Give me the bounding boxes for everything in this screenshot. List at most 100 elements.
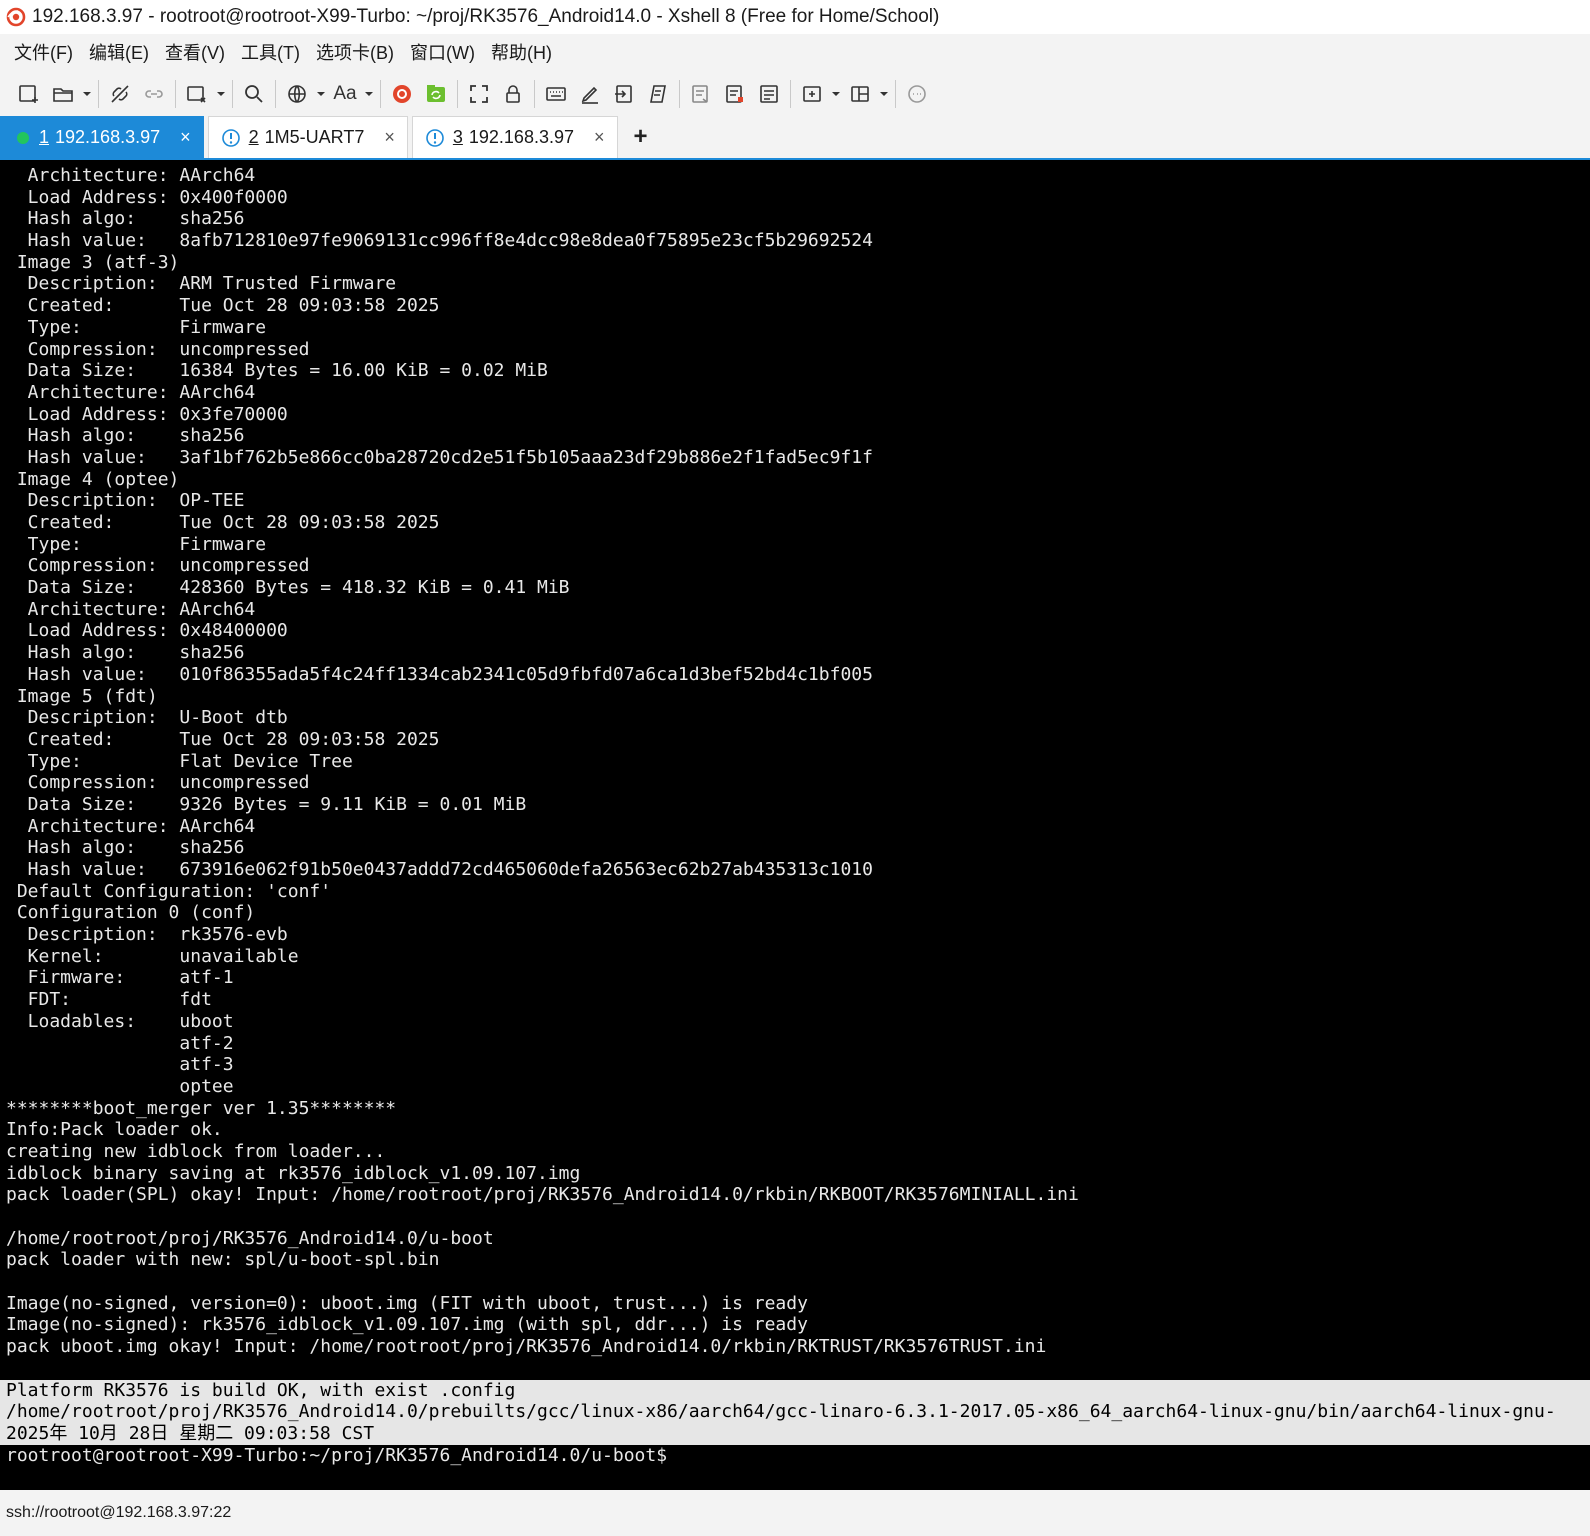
disconnect-icon[interactable] bbox=[103, 77, 137, 111]
menu-edit[interactable]: 编辑(E) bbox=[83, 35, 155, 69]
terminal-line: /home/rootroot/proj/RK3576_Android14.0/u… bbox=[6, 1227, 494, 1249]
menu-help[interactable]: 帮助(H) bbox=[485, 35, 558, 69]
terminal-line: Firmware: atf-1 bbox=[6, 967, 234, 989]
warning-icon bbox=[221, 128, 240, 147]
fullscreen-icon[interactable] bbox=[462, 77, 496, 111]
terminal-line: Hash value: 010f86355ada5f4c24ff1334cab2… bbox=[6, 663, 873, 685]
terminal-line: Image 5 (fdt) bbox=[6, 685, 158, 707]
menu-tabs[interactable]: 选项卡(B) bbox=[310, 35, 400, 69]
terminal-output[interactable]: Architecture: AArch64 Load Address: 0x40… bbox=[0, 160, 1590, 1490]
tab-number: 1 bbox=[39, 127, 50, 147]
open-folder-icon[interactable] bbox=[46, 77, 80, 111]
menu-file[interactable]: 文件(F) bbox=[8, 35, 79, 69]
chevron-down-icon[interactable] bbox=[214, 77, 228, 111]
terminal-line: Architecture: AArch64 bbox=[6, 165, 256, 186]
add-tab-button[interactable]: + bbox=[622, 116, 660, 158]
toolbar-divider bbox=[895, 80, 896, 108]
terminal-line: Default Configuration: 'conf' bbox=[6, 880, 332, 902]
font-icon[interactable]: Aa bbox=[328, 77, 362, 111]
terminal-line: Configuration 0 (conf) bbox=[6, 902, 256, 924]
session-tab-bar: 1 192.168.3.97 × 2 1M5-UART7 × 3 192.168… bbox=[0, 116, 1590, 160]
tab-session-1[interactable]: 1 192.168.3.97 × bbox=[0, 116, 204, 158]
log-icon[interactable] bbox=[684, 77, 718, 111]
toolbar-divider bbox=[790, 80, 791, 108]
close-icon[interactable]: × bbox=[594, 127, 605, 148]
terminal-line: Hash value: 3af1bf762b5e866cc0ba28720cd2… bbox=[6, 446, 873, 468]
xmanager-icon[interactable] bbox=[419, 77, 453, 111]
layout-icon[interactable] bbox=[843, 77, 877, 111]
tab-session-2[interactable]: 2 1M5-UART7 × bbox=[207, 116, 408, 158]
terminal-line: Image(no-signed, version=0): uboot.img (… bbox=[6, 1292, 808, 1314]
terminal-line: Architecture: AArch64 bbox=[6, 598, 256, 620]
close-icon[interactable]: × bbox=[384, 127, 395, 148]
terminal-line: atf-3 bbox=[6, 1054, 234, 1076]
tab-label: 1M5-UART7 bbox=[264, 127, 365, 147]
chevron-down-icon[interactable] bbox=[829, 77, 843, 111]
terminal-line: Type: Firmware bbox=[6, 316, 267, 338]
terminal-line: Description: OP-TEE bbox=[6, 490, 245, 512]
window-title: 192.168.3.97 - rootroot@rootroot-X99-Tur… bbox=[32, 6, 940, 27]
terminal-line: /home/rootroot/proj/RK3576_Android14.0/p… bbox=[0, 1401, 1590, 1423]
chevron-down-icon[interactable] bbox=[877, 77, 891, 111]
notes-icon[interactable] bbox=[752, 77, 786, 111]
menu-bar: 文件(F) 编辑(E) 查看(V) 工具(T) 选项卡(B) 窗口(W) 帮助(… bbox=[0, 34, 1590, 70]
xftp-icon[interactable] bbox=[385, 77, 419, 111]
terminal-line: Description: U-Boot dtb bbox=[6, 707, 288, 729]
terminal-line: Loadables: uboot bbox=[6, 1010, 234, 1032]
menu-tools[interactable]: 工具(T) bbox=[235, 35, 306, 69]
terminal-line: ********boot_merger ver 1.35******** bbox=[6, 1097, 397, 1119]
terminal-line: Compression: uncompressed bbox=[6, 555, 310, 577]
lock-icon[interactable] bbox=[496, 77, 530, 111]
terminal-line: Hash value: 8afb712810e97fe9069131cc996f… bbox=[6, 230, 873, 252]
chevron-down-icon[interactable] bbox=[80, 77, 94, 111]
toolbar-divider bbox=[175, 80, 176, 108]
toolbar-divider bbox=[679, 80, 680, 108]
transfer-icon[interactable] bbox=[607, 77, 641, 111]
find-icon[interactable] bbox=[237, 77, 271, 111]
toolbar-divider bbox=[457, 80, 458, 108]
script-icon[interactable] bbox=[641, 77, 675, 111]
compose-icon[interactable] bbox=[573, 77, 607, 111]
terminal-line: Image(no-signed): rk3576_idblock_v1.09.1… bbox=[6, 1314, 808, 1336]
terminal-line: Load Address: 0x48400000 bbox=[6, 620, 288, 642]
terminal-line: Hash value: 673916e062f91b50e0437addd72c… bbox=[6, 859, 873, 880]
terminal-line: Data Size: 428360 Bytes = 418.32 KiB = 0… bbox=[6, 577, 570, 599]
terminal-line: Data Size: 16384 Bytes = 16.00 KiB = 0.0… bbox=[6, 360, 548, 382]
toolbar-divider bbox=[98, 80, 99, 108]
toolbar-divider bbox=[380, 80, 381, 108]
tab-label: 192.168.3.97 bbox=[468, 127, 574, 147]
menu-window[interactable]: 窗口(W) bbox=[404, 35, 481, 69]
reconnect-icon[interactable] bbox=[137, 77, 171, 111]
add-pane-icon[interactable] bbox=[795, 77, 829, 111]
chevron-down-icon[interactable] bbox=[362, 77, 376, 111]
connected-status-icon bbox=[17, 131, 29, 144]
terminal-line: creating new idblock from loader... bbox=[6, 1140, 386, 1162]
terminal-line: Hash algo: sha256 bbox=[6, 837, 245, 859]
tab-label: 192.168.3.97 bbox=[55, 127, 161, 147]
tab-session-3[interactable]: 3 192.168.3.97 × bbox=[411, 116, 618, 158]
terminal-line: Type: Firmware bbox=[6, 533, 267, 555]
toolbar-divider bbox=[534, 80, 535, 108]
new-window-icon[interactable] bbox=[180, 77, 214, 111]
terminal-line: Type: Flat Device Tree bbox=[6, 750, 353, 772]
toolbar: Aa bbox=[0, 70, 1590, 118]
chevron-down-icon[interactable] bbox=[314, 77, 328, 111]
status-bar: ssh://rootroot@192.168.3.97:22 bbox=[0, 1490, 1590, 1536]
terminal-line: optee bbox=[6, 1075, 234, 1097]
toolbar-divider bbox=[232, 80, 233, 108]
menu-view[interactable]: 查看(V) bbox=[159, 35, 231, 69]
record-icon[interactable] bbox=[718, 77, 752, 111]
terminal-line: pack loader(SPL) okay! Input: /home/root… bbox=[6, 1184, 1079, 1206]
font-label: Aa bbox=[333, 83, 357, 104]
terminal-line: Image 3 (atf-3) bbox=[6, 251, 180, 273]
new-session-icon[interactable] bbox=[12, 77, 46, 111]
terminal-line: idblock binary saving at rk3576_idblock_… bbox=[6, 1162, 581, 1184]
terminal-line: Load Address: 0x400f0000 bbox=[6, 186, 288, 208]
terminal-line: Kernel: unavailable bbox=[6, 945, 299, 967]
keyboard-icon[interactable] bbox=[539, 77, 573, 111]
close-icon[interactable]: × bbox=[180, 127, 191, 148]
globe-icon[interactable] bbox=[280, 77, 314, 111]
chat-icon[interactable] bbox=[900, 77, 934, 111]
